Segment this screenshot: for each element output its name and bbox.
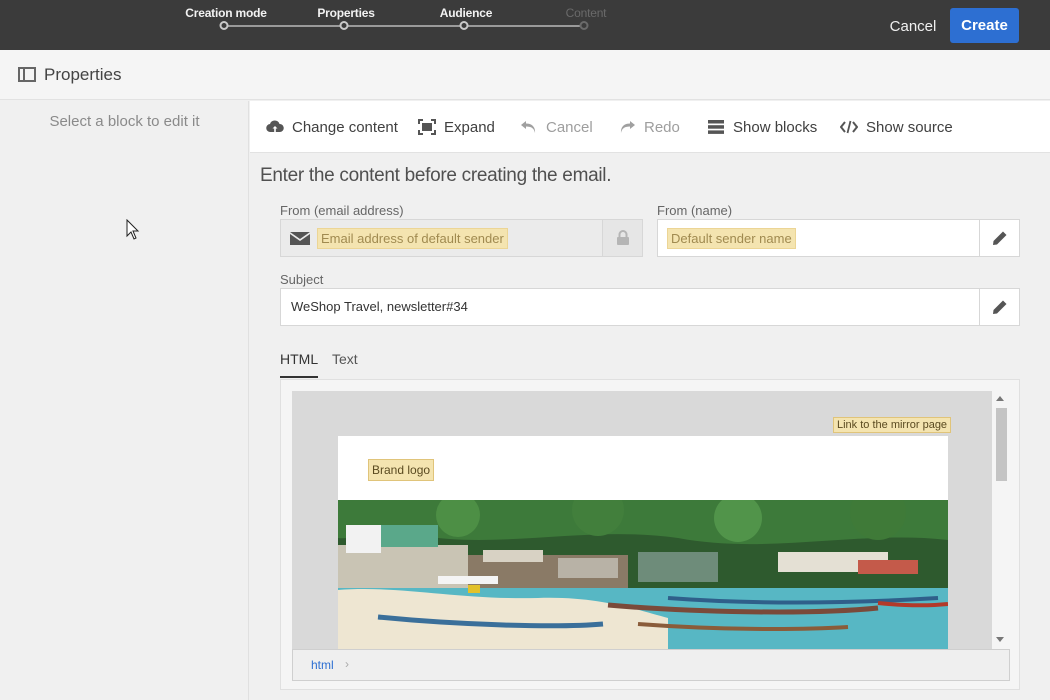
wizard-progress-line [224, 25, 584, 27]
tab-text[interactable]: Text [332, 351, 358, 376]
blocks-icon [708, 120, 724, 134]
expand-button[interactable]: Expand [418, 116, 495, 138]
cancel-button[interactable]: Cancel [880, 9, 946, 43]
pencil-icon [992, 231, 1006, 245]
change-content-label: Change content [292, 118, 398, 136]
email-canvas[interactable]: Link to the mirror page Brand logo [292, 391, 992, 649]
redo-button[interactable]: Redo [618, 116, 680, 138]
panel-icon[interactable] [18, 67, 36, 82]
mirror-page-link[interactable]: Link to the mirror page [833, 417, 952, 433]
show-source-button[interactable]: Show source [840, 116, 953, 138]
properties-header[interactable]: Properties [0, 50, 1050, 100]
show-source-label: Show source [866, 118, 953, 136]
sidebar-hint: Select a block to edit it [49, 113, 200, 130]
show-blocks-label: Show blocks [733, 118, 818, 136]
from-name-label: From (name) [657, 203, 733, 218]
from-name-placeholder: Default sender name [667, 228, 796, 249]
from-name-edit-button[interactable] [979, 220, 1019, 256]
subject-value: WeShop Travel, newsletter#34 [291, 299, 468, 314]
mouse-cursor-icon [126, 219, 140, 240]
step-properties[interactable]: Properties [317, 6, 375, 20]
properties-title[interactable]: Properties [44, 65, 121, 85]
beach-boats-photo [338, 500, 948, 649]
scroll-thumb[interactable] [996, 408, 1007, 481]
element-path-bar: html › [292, 649, 1010, 681]
redo-icon [620, 121, 635, 133]
scroll-down-icon[interactable] [996, 637, 1004, 642]
show-blocks-button[interactable]: Show blocks [707, 116, 817, 138]
expand-label: Expand [444, 118, 495, 136]
step-dot-creation-mode[interactable] [219, 21, 229, 30]
undo-button[interactable]: Cancel [520, 116, 593, 138]
tab-html[interactable]: HTML [280, 351, 319, 378]
from-name-field[interactable]: Default sender name [657, 219, 1020, 257]
properties-sidebar: Select a block to edit it [0, 101, 249, 700]
redo-label: Redo [644, 118, 680, 136]
subject-field[interactable]: WeShop Travel, newsletter#34 [280, 288, 1020, 326]
chevron-right-icon: › [345, 657, 349, 671]
brand-logo-placeholder[interactable]: Brand logo [368, 459, 435, 481]
step-audience[interactable]: Audience [440, 6, 493, 20]
main-content: Change content Expand Cancel Redo Show b… [250, 101, 1050, 700]
step-dot-properties[interactable] [339, 21, 349, 30]
editor-toolbar: Change content Expand Cancel Redo Show b… [250, 101, 1050, 153]
path-html-link[interactable]: html [311, 658, 334, 672]
step-creation-mode[interactable]: Creation mode [185, 6, 267, 20]
scroll-up-icon[interactable] [996, 396, 1004, 401]
intro-text: Enter the content before creating the em… [260, 165, 612, 186]
wizard-steps: Creation mode Properties Audience Conten… [0, 0, 700, 50]
from-email-placeholder: Email address of default sender [317, 228, 508, 249]
expand-icon [418, 119, 436, 135]
editor-scrollbar[interactable] [992, 391, 1010, 649]
cloud-upload-icon [266, 120, 284, 133]
pencil-icon [992, 300, 1006, 314]
lock-icon [616, 230, 629, 245]
subject-edit-button[interactable] [979, 289, 1019, 325]
code-icon [840, 120, 858, 134]
from-email-field[interactable]: Email address of default sender [280, 219, 643, 257]
change-content-button[interactable]: Change content [266, 116, 398, 138]
email-editor: Link to the mirror page Brand logo html … [280, 379, 1020, 690]
create-button[interactable]: Create [950, 8, 1019, 43]
envelope-icon [290, 232, 310, 245]
hero-image[interactable] [338, 500, 948, 649]
undo-icon [521, 121, 536, 133]
email-header-block[interactable]: Brand logo [338, 436, 948, 500]
step-dot-content [579, 21, 589, 30]
from-email-lock [602, 220, 642, 256]
undo-label: Cancel [546, 118, 593, 136]
step-dot-audience[interactable] [459, 21, 469, 30]
subject-label: Subject [280, 272, 324, 287]
from-email-label: From (email address) [280, 203, 404, 218]
wizard-bar: Creation mode Properties Audience Conten… [0, 0, 1050, 50]
step-content: Content [565, 6, 607, 20]
